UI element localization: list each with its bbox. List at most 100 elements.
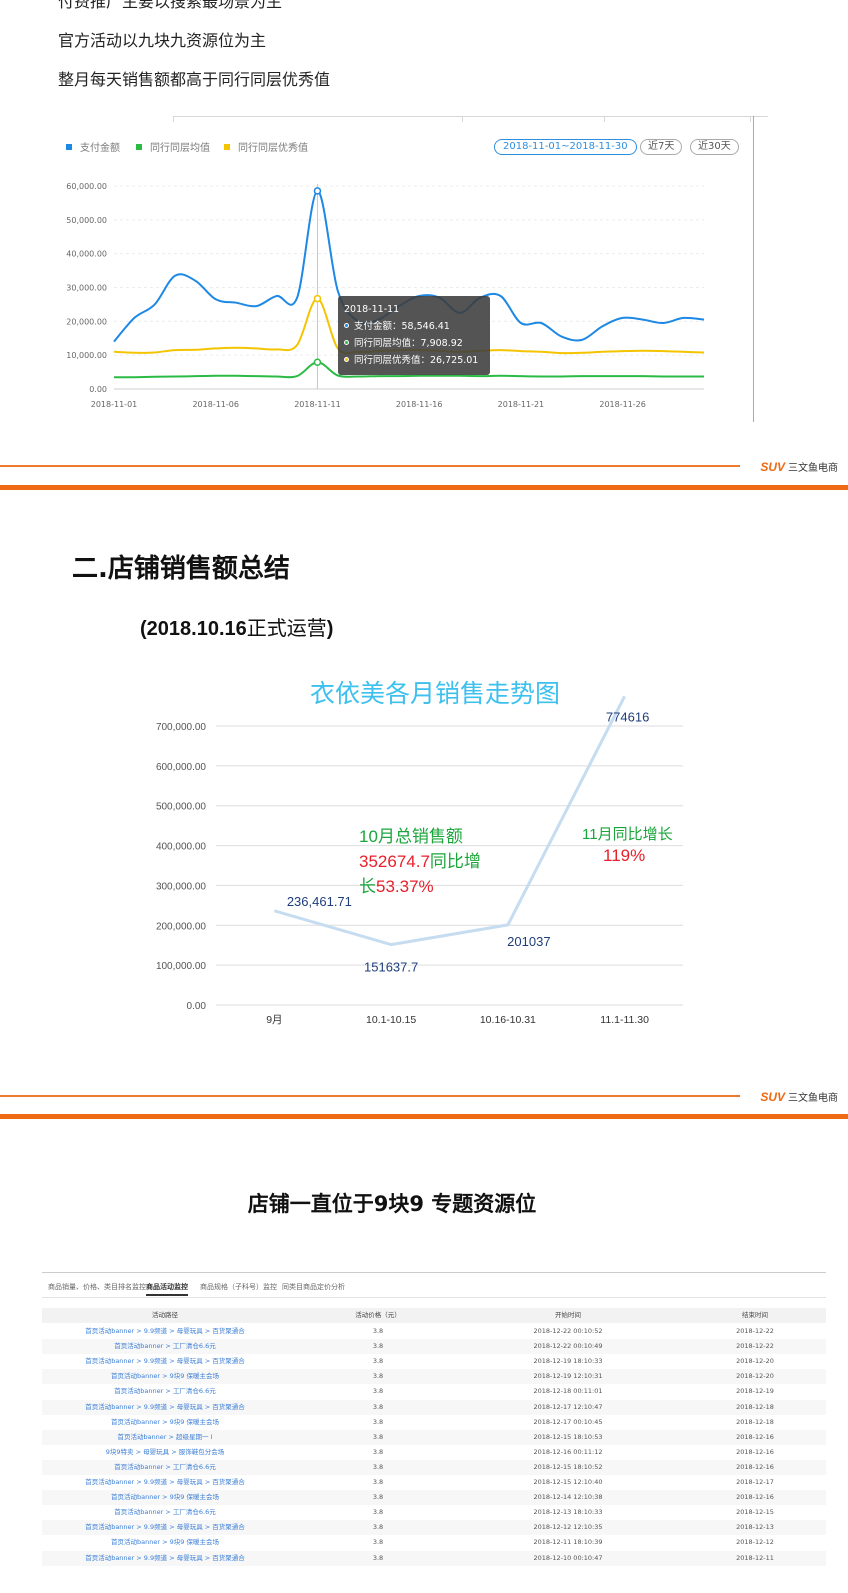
intro-line-0: 付费推广主要以搜索最场景为主 bbox=[58, 0, 283, 11]
header-end-time[interactable]: 结束时间 bbox=[702, 1308, 808, 1323]
divider-thin-line bbox=[0, 1095, 740, 1097]
oct-growth-value: 53.37% bbox=[376, 877, 434, 896]
start-time: 2018-12-14 12:10:38 bbox=[533, 1493, 603, 1502]
table-row: 首页活动banner > 9.9频道 > 母婴玩具 > 百货聚通合 3.8 2018… bbox=[42, 1324, 826, 1339]
activity-price: 3.8 bbox=[372, 1402, 384, 1411]
activity-path-link[interactable]: 首页活动banner > 9.9频道 > 母婴玩具 > 百货聚通合 bbox=[42, 1324, 288, 1339]
start-time: 2018-12-22 00:10:52 bbox=[533, 1327, 603, 1335]
activity-path-link[interactable]: 首页活动banner > 9.9频道 > 母婴玩具 > 百货聚通合 bbox=[42, 1354, 288, 1369]
tab-activity-monitor[interactable]: 商品活动监控 bbox=[146, 1282, 188, 1296]
end-time: 2018-12-18 bbox=[736, 1417, 774, 1426]
x-tick-label: 2018-11-06 bbox=[192, 400, 239, 409]
end-time: 2018-12-18 bbox=[736, 1402, 774, 1411]
start-time: 2018-12-22 00:10:49 bbox=[533, 1342, 603, 1351]
data-label: 774616 bbox=[606, 709, 649, 724]
subtitle-close: ) bbox=[326, 618, 334, 640]
tooltip-avg-row: 同行同层均值：7,908.92 bbox=[344, 335, 484, 352]
end-time: 2018-12-16 bbox=[736, 1462, 774, 1471]
activity-path-link[interactable]: 首页活动banner > 9块9 保暖主会场 bbox=[42, 1490, 288, 1505]
start-time: 2018-12-15 18:10:52 bbox=[533, 1462, 603, 1471]
activity-path-link[interactable]: 首页活动banner > 超级星期一 I bbox=[42, 1430, 288, 1445]
x-tick-label: 9月 bbox=[266, 1014, 282, 1026]
chart-tooltip: 2018-11-11 支付金额：58,546.41 同行同层均值：7,908.9… bbox=[338, 296, 490, 375]
header-start-time[interactable]: 开始时间 bbox=[514, 1308, 622, 1323]
start-time: 2018-12-16 00:11:12 bbox=[533, 1447, 603, 1456]
end-time: 2018-12-22 bbox=[736, 1327, 774, 1335]
end-time: 2018-12-13 bbox=[736, 1523, 774, 1532]
activity-path-link[interactable]: 首页活动banner > 9块9 保暖主会场 bbox=[42, 1369, 288, 1384]
activity-price: 3.8 bbox=[372, 1372, 384, 1381]
x-tick-label: 2018-11-11 bbox=[294, 400, 341, 409]
brand-mark: SUV 三文鱼电商 bbox=[760, 459, 838, 474]
start-time: 2018-12-18 00:11:01 bbox=[533, 1387, 603, 1396]
table-row: 首页活动banner > 工厂清仓6.6元 3.8 2018-12-18 00:11… bbox=[42, 1384, 826, 1399]
end-time: 2018-12-16 bbox=[736, 1447, 774, 1456]
header-activity-price[interactable]: 活动价格（元） bbox=[322, 1308, 434, 1323]
activity-price: 3.8 bbox=[372, 1508, 384, 1517]
oct-annotation-text: 长 bbox=[359, 877, 376, 896]
tooltip-best-value: 同行同层优秀值：26,725.01 bbox=[354, 355, 479, 366]
activity-path-link[interactable]: 首页活动banner > 9.9频道 > 母婴玩具 > 百货聚通合 bbox=[42, 1551, 288, 1566]
subtitle-date: (2018.10.16 bbox=[140, 618, 247, 640]
activity-path-link[interactable]: 首页活动banner > 9.9频道 > 母婴玩具 > 百货聚通合 bbox=[42, 1475, 288, 1490]
header-activity-path[interactable]: 活动路径 bbox=[42, 1308, 288, 1323]
activity-path-link[interactable]: 9块9特卖 > 母婴玩具 > 服饰鞋包分会场 bbox=[42, 1445, 288, 1460]
table-row: 首页活动banner > 工厂清仓6.6元 3.8 2018-12-13 18:10… bbox=[42, 1505, 826, 1520]
tooltip-best-row: 同行同层优秀值：26,725.01 bbox=[344, 352, 484, 369]
activity-price: 3.8 bbox=[372, 1432, 384, 1441]
tab-pricing-analysis[interactable]: 同类目商品定价分析 bbox=[282, 1282, 345, 1292]
activity-path-link[interactable]: 首页活动banner > 工厂清仓6.6元 bbox=[42, 1460, 288, 1475]
brand-mark: SUV 三文鱼电商 bbox=[760, 1089, 838, 1104]
table-row: 首页活动banner > 9.9频道 > 母婴玩具 > 百货聚通合 3.8 2018… bbox=[42, 1399, 826, 1415]
tooltip-dot bbox=[344, 323, 349, 328]
section-subtitle: (2018.10.16正式运营) bbox=[140, 612, 333, 641]
start-time: 2018-12-13 18:10:33 bbox=[533, 1508, 603, 1517]
tab-sku-monitor[interactable]: 商品规格（子科号）监控 bbox=[200, 1282, 277, 1292]
activity-price: 3.8 bbox=[372, 1327, 384, 1335]
start-time: 2018-12-19 12:10:31 bbox=[533, 1372, 603, 1381]
end-time: 2018-12-20 bbox=[736, 1372, 774, 1381]
table-row: 首页活动banner > 9块9 保暖主会场 3.8 2018-12-17 00:1… bbox=[42, 1415, 826, 1430]
x-tick-label: 2018-11-26 bbox=[599, 400, 646, 409]
tooltip-pay-row: 支付金额：58,546.41 bbox=[344, 318, 484, 335]
activity-path-link[interactable]: 首页活动banner > 工厂清仓6.6元 bbox=[42, 1505, 288, 1520]
tooltip-dot bbox=[344, 340, 349, 345]
series-point bbox=[313, 294, 322, 303]
y-tick-label: 30,000.00 bbox=[66, 284, 107, 293]
activity-price: 3.8 bbox=[372, 1417, 384, 1426]
data-label: 201037 bbox=[507, 934, 550, 949]
start-time: 2018-12-15 18:10:53 bbox=[533, 1432, 603, 1441]
y-tick-label: 600,000.00 bbox=[156, 762, 206, 773]
activity-path-link[interactable]: 首页活动banner > 工厂清仓6.6元 bbox=[42, 1339, 288, 1354]
y-tick-label: 300,000.00 bbox=[156, 881, 206, 892]
activity-price: 3.8 bbox=[372, 1342, 384, 1351]
y-tick-label: 200,000.00 bbox=[156, 921, 206, 932]
table-row: 首页活动banner > 9.9频道 > 母婴玩具 > 百货聚通合 3.8 2018… bbox=[42, 1354, 826, 1369]
brand-name: 三文鱼电商 bbox=[788, 1093, 838, 1104]
end-time: 2018-12-19 bbox=[736, 1387, 774, 1396]
x-tick-label: 10.16-10.31 bbox=[480, 1014, 536, 1026]
table-tabs: 商品销量、价格、类目排名监控 商品活动监控 商品规格（子科号）监控 同类目商品定… bbox=[42, 1280, 826, 1298]
activity-path-link[interactable]: 首页活动banner > 9.9频道 > 母婴玩具 > 百货聚通合 bbox=[42, 1520, 288, 1535]
start-time: 2018-12-15 12:10:40 bbox=[533, 1478, 603, 1486]
activity-price: 3.8 bbox=[372, 1387, 384, 1396]
activity-path-link[interactable]: 首页活动banner > 9块9 保暖主会场 bbox=[42, 1415, 288, 1430]
y-tick-label: 20,000.00 bbox=[66, 317, 107, 326]
table-row: 首页活动banner > 9.9频道 > 母婴玩具 > 百货聚通合 3.8 2018… bbox=[42, 1520, 826, 1536]
start-time: 2018-12-12 12:10:35 bbox=[533, 1523, 603, 1532]
start-time: 2018-12-17 00:10:45 bbox=[533, 1417, 603, 1426]
tab-sales-monitor[interactable]: 商品销量、价格、类目排名监控 bbox=[48, 1282, 146, 1292]
daily-sales-panel: 支付金额 同行同层均值 同行同层优秀值 2018-11-01~2018-11-3… bbox=[58, 116, 768, 422]
table-row: 9块9特卖 > 母婴玩具 > 服饰鞋包分会场 3.8 2018-12-16 00:1… bbox=[42, 1445, 826, 1460]
end-time: 2018-12-16 bbox=[736, 1432, 774, 1441]
activity-path-link[interactable]: 首页活动banner > 9.9频道 > 母婴玩具 > 百货聚通合 bbox=[42, 1400, 288, 1415]
table-header: 活动路径 活动价格（元） 开始时间 结束时间 bbox=[42, 1308, 826, 1323]
end-time: 2018-12-15 bbox=[736, 1508, 774, 1517]
activity-price: 3.8 bbox=[372, 1462, 384, 1471]
activity-path-link[interactable]: 首页活动banner > 工厂清仓6.6元 bbox=[42, 1384, 288, 1399]
y-tick-label: 100,000.00 bbox=[156, 961, 206, 972]
y-tick-label: 500,000.00 bbox=[156, 802, 206, 813]
oct-annotation-text: 同比增 bbox=[429, 852, 481, 871]
start-time: 2018-12-17 12:10:47 bbox=[533, 1402, 603, 1411]
activity-path-link[interactable]: 首页活动banner > 9块9 保暖主会场 bbox=[42, 1535, 288, 1550]
